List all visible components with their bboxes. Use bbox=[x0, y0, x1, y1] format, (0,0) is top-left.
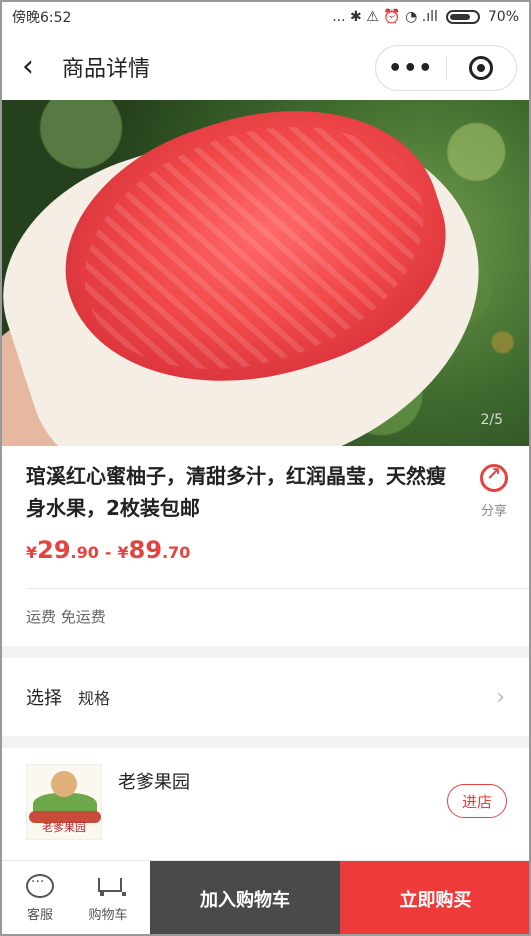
nav-bar: ‹ 商品详情 ••• bbox=[0, 34, 531, 100]
spec-selector-row[interactable]: 选择 规格 › bbox=[0, 658, 531, 736]
more-menu-button[interactable]: ••• bbox=[376, 56, 446, 81]
status-indicators: ... ✱ ⚠ ⏰ ◔ .ıll bbox=[332, 9, 438, 25]
chat-icon bbox=[26, 874, 54, 898]
divider bbox=[26, 588, 531, 589]
product-title: 琯溪红心蜜柚子，清甜多汁，红润晶莹，天然瘦身水果，2枚装包邮 bbox=[26, 464, 446, 520]
mini-program-capsule: ••• bbox=[375, 45, 517, 91]
carousel-counter: 2/5 bbox=[480, 412, 503, 428]
spec-value: 规格 bbox=[78, 689, 111, 708]
logo-farmer-shape bbox=[51, 771, 77, 797]
store-logo: 老爹果园 bbox=[26, 764, 102, 840]
customer-service-button[interactable]: 客服 bbox=[12, 861, 68, 936]
status-time: 傍晚6:52 bbox=[12, 10, 72, 26]
buy-now-button[interactable]: 立即购买 bbox=[340, 861, 531, 936]
page-title: 商品详情 bbox=[62, 57, 151, 82]
price-max-integer: 89 bbox=[128, 536, 163, 564]
cart-icon bbox=[94, 874, 126, 898]
share-button[interactable]: 分享 bbox=[474, 464, 514, 519]
currency-symbol: ¥ bbox=[26, 543, 38, 562]
battery-level: 70% bbox=[487, 9, 519, 25]
chevron-right-icon: › bbox=[496, 684, 505, 710]
close-mini-program-button[interactable] bbox=[447, 56, 517, 80]
status-icons: ... ✱ ⚠ ⏰ ◔ .ıll 70% bbox=[332, 9, 519, 25]
share-label: 分享 bbox=[480, 504, 507, 519]
product-image-carousel[interactable]: 2/5 bbox=[2, 100, 529, 446]
currency-symbol: ¥ bbox=[117, 543, 129, 562]
shipping-info: 运费 免运费 bbox=[26, 608, 106, 626]
price-min-decimal: .90 bbox=[70, 543, 99, 562]
price-max-decimal: .70 bbox=[162, 543, 191, 562]
enter-store-button[interactable]: 进店 bbox=[447, 784, 507, 818]
store-name: 老爹果园 bbox=[118, 772, 190, 793]
section-gap bbox=[2, 646, 529, 658]
customer-service-label: 客服 bbox=[26, 908, 53, 923]
back-button[interactable]: ‹ bbox=[22, 52, 52, 82]
cart-label: 购物车 bbox=[88, 908, 128, 923]
section-gap bbox=[2, 736, 529, 748]
cart-button[interactable]: 购物车 bbox=[80, 861, 136, 936]
store-card: 老爹果园 老爹果园 进店 bbox=[0, 748, 531, 858]
price-range: ¥29.90- ¥89.70 bbox=[26, 536, 190, 564]
price-min-integer: 29 bbox=[37, 536, 71, 564]
target-icon bbox=[469, 56, 494, 80]
logo-text: 老爹果园 bbox=[42, 821, 86, 834]
battery-icon bbox=[445, 10, 480, 24]
status-bar: 傍晚6:52 ... ✱ ⚠ ⏰ ◔ .ıll 70% bbox=[0, 0, 531, 34]
add-to-cart-button[interactable]: 加入购物车 bbox=[150, 861, 340, 936]
spec-key: 选择 bbox=[26, 688, 62, 709]
share-icon bbox=[480, 464, 508, 492]
bottom-action-bar: 客服 购物车 加入购物车 立即购买 bbox=[0, 860, 531, 936]
price-dash: - bbox=[104, 543, 112, 562]
